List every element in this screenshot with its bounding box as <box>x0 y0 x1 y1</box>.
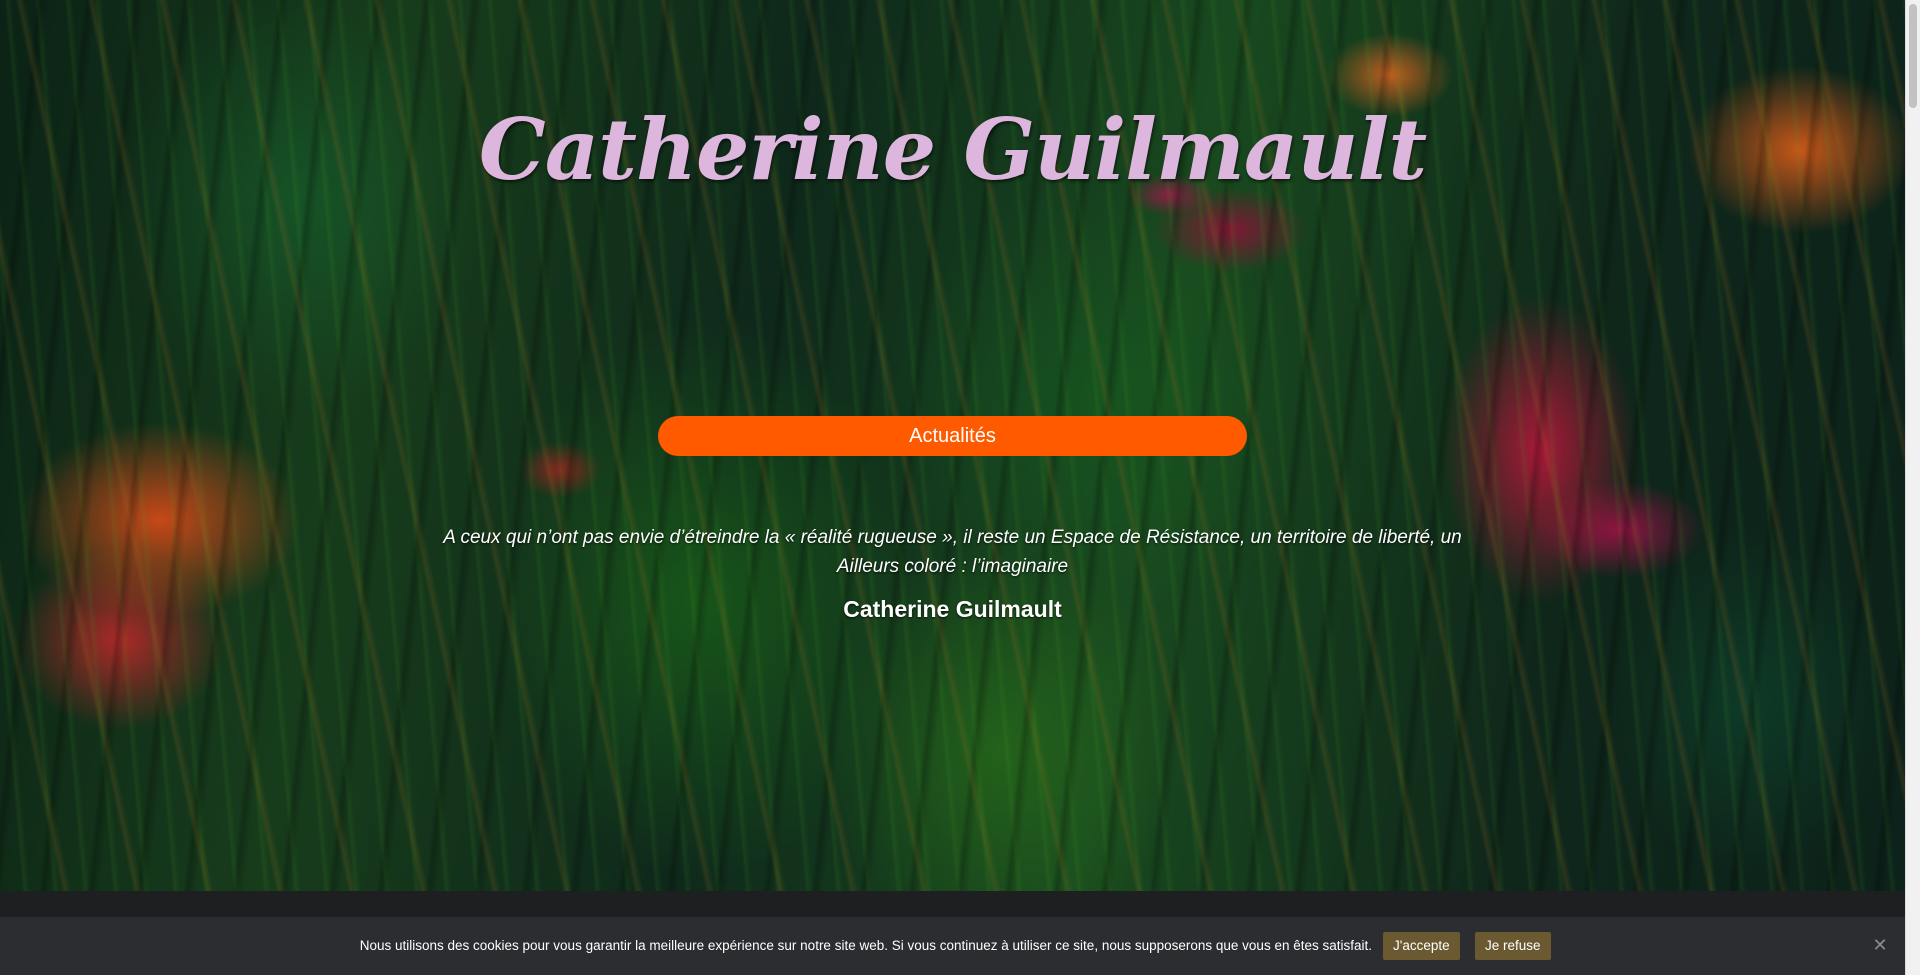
page: Catherine Guilmault Actualités A ceux qu… <box>0 0 1920 975</box>
cookie-message: Nous utilisons des cookies pour vous gar… <box>359 938 1372 953</box>
news-button[interactable]: Actualités <box>658 416 1247 456</box>
cookie-banner: Nous utilisons des cookies pour vous gar… <box>0 917 1905 975</box>
quote-author: Catherine Guilmault <box>843 596 1062 622</box>
cookie-refuse-button[interactable]: Je refuse <box>1475 932 1551 960</box>
cookie-accept-button[interactable]: J'accepte <box>1383 932 1460 960</box>
hero-quote: A ceux qui n’ont pas envie d’étreindre l… <box>443 527 1462 577</box>
close-icon[interactable]: ✕ <box>1872 935 1888 957</box>
footer-strip <box>0 891 1905 917</box>
scrollbar-thumb[interactable] <box>1909 4 1917 108</box>
page-scrollbar[interactable] <box>1905 0 1920 975</box>
site-title[interactable]: Catherine Guilmault <box>0 100 1905 199</box>
